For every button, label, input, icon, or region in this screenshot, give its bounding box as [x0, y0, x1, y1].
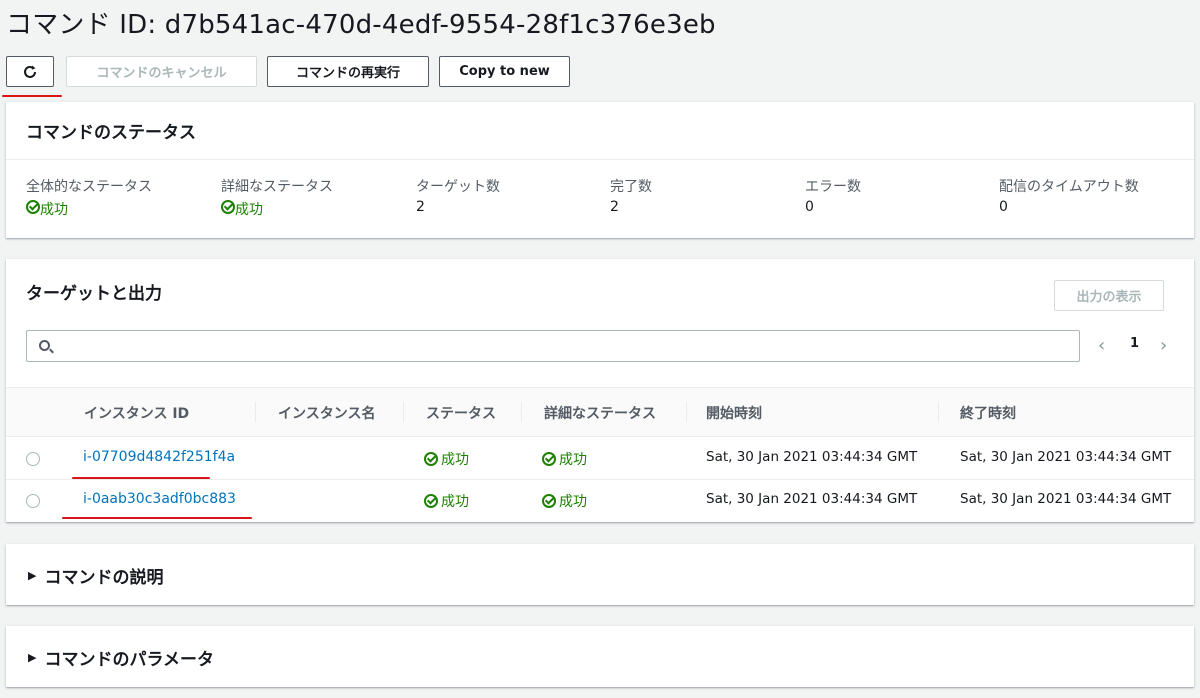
row-start-time: Sat, 30 Jan 2021 03:44:34 GMT	[706, 491, 918, 507]
highlight-underline	[72, 477, 210, 479]
stat-target-count: ターゲット数 2	[416, 179, 500, 215]
status-heading: コマンドのステータス	[26, 123, 196, 143]
row-status: 成功	[424, 491, 469, 511]
targets-heading: ターゲットと出力	[26, 284, 162, 304]
parameters-heading: コマンドのパラメータ	[44, 650, 214, 670]
row-end-time: Sat, 30 Jan 2021 03:44:34 GMT	[960, 449, 1172, 465]
command-parameters-panel[interactable]: ▶ コマンドのパラメータ	[6, 626, 1194, 687]
success-icon	[424, 494, 438, 508]
table-row[interactable]: i-0aab30c3adf0bc883 成功 成功 Sat, 30 Jan 20…	[6, 480, 1194, 522]
stat-timeout-count: 配信のタイムアウト数 0	[999, 179, 1139, 215]
row-end-time: Sat, 30 Jan 2021 03:44:34 GMT	[960, 491, 1172, 507]
targets-output-panel: ターゲットと出力 出力の表示 ‹ 1 › インスタンス ID インスタンス名 ス…	[6, 259, 1194, 522]
copy-to-new-button[interactable]: Copy to new	[439, 56, 570, 87]
table-header: インスタンス ID インスタンス名 ステータス 詳細なステータス 開始時刻 終了…	[6, 387, 1194, 437]
command-description-panel[interactable]: ▶ コマンドの説明	[6, 544, 1194, 605]
search-input[interactable]	[26, 330, 1080, 362]
success-icon	[424, 452, 438, 466]
prev-page-icon[interactable]: ‹	[1098, 335, 1105, 356]
row-detailed-status: 成功	[542, 491, 587, 511]
instance-id-link[interactable]: i-07709d4842f251f4a	[83, 449, 235, 465]
search-icon	[39, 340, 50, 351]
description-heading: コマンドの説明	[44, 568, 164, 588]
show-output-button[interactable]: 出力の表示	[1054, 280, 1164, 311]
col-detailed-status[interactable]: 詳細なステータス	[544, 403, 656, 423]
description-expander[interactable]: ▶ コマンドの説明	[28, 563, 163, 588]
refresh-icon	[24, 65, 36, 78]
table-row[interactable]: i-07709d4842f251f4a 成功 成功 Sat, 30 Jan 20…	[6, 438, 1194, 480]
row-select-radio[interactable]	[26, 452, 40, 466]
highlight-underline	[62, 517, 252, 519]
success-icon	[542, 452, 556, 466]
stat-detailed-status: 詳細なステータス 成功	[221, 179, 333, 218]
parameters-expander[interactable]: ▶ コマンドのパラメータ	[28, 645, 214, 670]
command-status-panel: コマンドのステータス	[6, 102, 1194, 238]
stat-error-count: エラー数 0	[805, 179, 861, 215]
success-icon	[542, 494, 556, 508]
col-instance-name[interactable]: インスタンス名	[278, 403, 375, 423]
highlight-underline	[2, 95, 62, 97]
caret-right-icon: ▶	[28, 569, 37, 582]
page-number[interactable]: 1	[1130, 336, 1139, 351]
col-status[interactable]: ステータス	[426, 403, 496, 423]
caret-right-icon: ▶	[28, 651, 37, 664]
col-instance-id[interactable]: インスタンス ID	[84, 403, 189, 423]
success-icon	[26, 200, 40, 214]
row-select-radio[interactable]	[26, 494, 40, 508]
stat-overall-status: 全体的なステータス 成功	[26, 179, 152, 218]
row-start-time: Sat, 30 Jan 2021 03:44:34 GMT	[706, 449, 918, 465]
next-page-icon[interactable]: ›	[1160, 335, 1167, 356]
refresh-button[interactable]	[6, 56, 54, 87]
stat-completed-count: 完了数 2	[610, 179, 652, 215]
cancel-command-button[interactable]: コマンドのキャンセル	[66, 56, 257, 87]
row-detailed-status: 成功	[542, 449, 587, 469]
col-start-time[interactable]: 開始時刻	[706, 403, 762, 423]
row-status: 成功	[424, 449, 469, 469]
success-icon	[221, 200, 235, 214]
instance-id-link[interactable]: i-0aab30c3adf0bc883	[83, 491, 236, 507]
page-title: コマンド ID: d7b541ac-470d-4edf-9554-28f1c37…	[6, 10, 716, 40]
col-end-time[interactable]: 終了時刻	[960, 403, 1016, 423]
rerun-command-button[interactable]: コマンドの再実行	[267, 56, 429, 87]
